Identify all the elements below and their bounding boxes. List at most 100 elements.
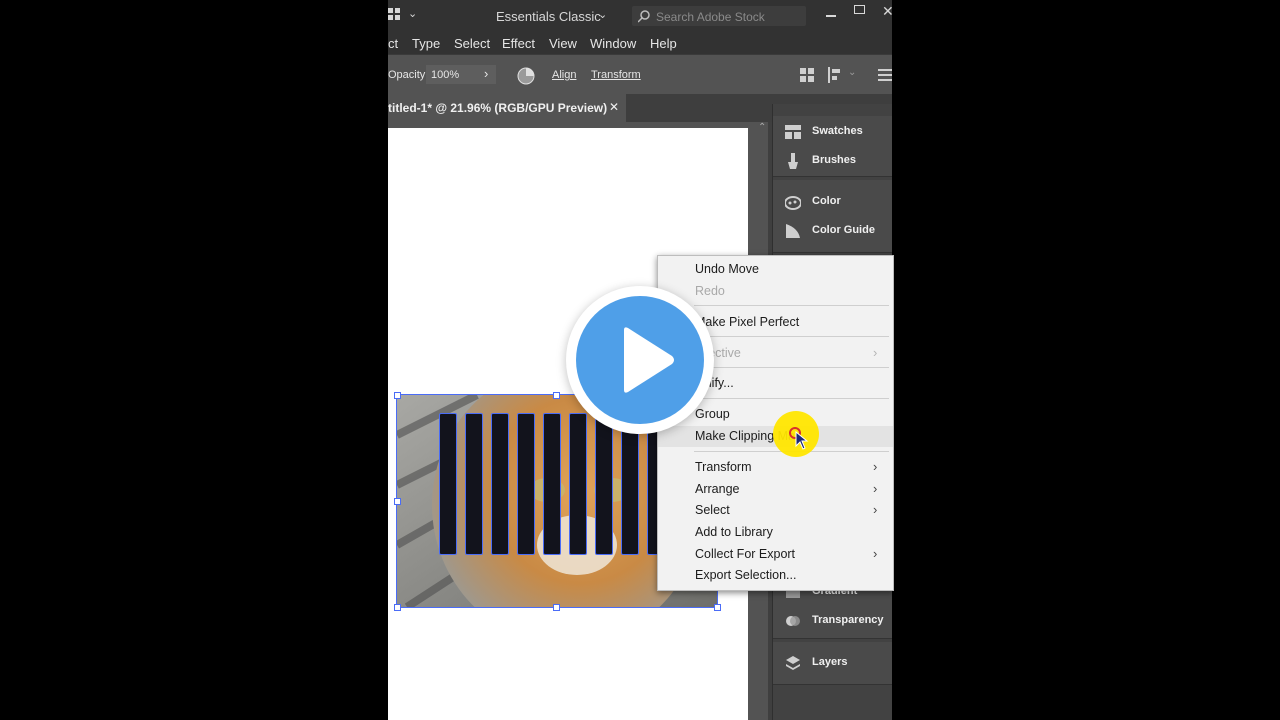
selection-handle[interactable] xyxy=(553,392,560,399)
panel-transparency-label: Transparency xyxy=(812,614,884,626)
menu-item-label: Arrange xyxy=(695,482,740,496)
menu-separator xyxy=(694,367,889,368)
menu-help[interactable]: Help xyxy=(650,36,677,51)
panel-color-guide[interactable]: Color Guide xyxy=(773,217,892,245)
menu-window[interactable]: Window xyxy=(590,36,636,51)
panel-swatches[interactable]: Swatches xyxy=(773,118,892,146)
stripe-shape[interactable] xyxy=(543,413,561,555)
menu-item-select[interactable]: Select › xyxy=(658,500,893,521)
chevron-down-icon[interactable]: ⌄ xyxy=(408,7,417,20)
menu-item-label: Export Selection... xyxy=(695,568,797,582)
transparency-icon xyxy=(786,616,800,626)
panel-transparency[interactable]: Transparency xyxy=(773,607,892,635)
panel-group-swatches: Swatches Brushes xyxy=(773,116,892,177)
menu-separator xyxy=(694,336,889,337)
menu-item-label: Select xyxy=(695,503,730,517)
panel-layers[interactable]: Layers xyxy=(773,649,892,677)
video-play-button[interactable] xyxy=(566,286,714,434)
menu-item-arrange[interactable]: Arrange › xyxy=(658,479,893,500)
menu-type[interactable]: Type xyxy=(412,36,440,51)
submenu-arrow-icon: › xyxy=(873,459,878,474)
align-dropdown-icon[interactable]: ⌄ xyxy=(848,67,856,78)
brushes-icon xyxy=(788,153,798,169)
opacity-value: 100% xyxy=(431,69,460,81)
panel-brushes-label: Brushes xyxy=(812,154,857,166)
menu-item-label: Undo Move xyxy=(695,262,759,276)
menu-item-label: Transform xyxy=(695,460,752,474)
transform-link[interactable]: Transform xyxy=(591,69,641,81)
menu-select[interactable]: Select xyxy=(454,36,490,51)
color-guide-icon xyxy=(786,224,800,238)
title-bar: ⌄ Essentials Classic ⌄ Search Adobe Stoc… xyxy=(388,0,892,32)
menu-item-label: Collect For Export xyxy=(695,547,796,561)
play-button-circle xyxy=(576,296,704,424)
document-tab[interactable]: titled-1* @ 21.96% (RGB/GPU Preview) ✕ xyxy=(388,94,626,122)
menu-item-undo-move[interactable]: Undo Move xyxy=(658,259,893,280)
search-input[interactable]: Search Adobe Stock xyxy=(656,10,765,24)
recolor-artwork-icon[interactable] xyxy=(517,67,535,85)
submenu-arrow-icon: › xyxy=(873,345,878,360)
stripe-shape[interactable] xyxy=(465,413,483,555)
selection-handle[interactable] xyxy=(394,392,401,399)
collapse-arrow-icon[interactable]: ⌃ xyxy=(758,122,766,133)
stripe-shape[interactable] xyxy=(569,413,587,555)
document-tab-title: titled-1* @ 21.96% (RGB/GPU Preview) xyxy=(388,101,608,115)
panel-group-color: Color Color Guide xyxy=(773,180,892,253)
selection-handle[interactable] xyxy=(394,498,401,505)
menu-item-export-selection[interactable]: Export Selection... xyxy=(658,565,893,586)
workspace-switcher-icon[interactable] xyxy=(388,8,404,22)
search-icon xyxy=(638,10,650,23)
layers-icon xyxy=(786,656,800,670)
panel-menu-icon[interactable] xyxy=(878,69,892,81)
menu-bar: ct Type Select Effect View Window Help xyxy=(388,32,892,54)
selection-handle[interactable] xyxy=(553,604,560,611)
stripe-shape[interactable] xyxy=(621,413,639,555)
menu-item-label: Make Pixel Perfect xyxy=(695,315,800,329)
workspace-chevron-icon[interactable]: ⌄ xyxy=(598,8,607,21)
submenu-arrow-icon: › xyxy=(873,502,878,517)
panel-color-guide-label: Color Guide xyxy=(812,224,875,236)
stripe-shapes-group[interactable] xyxy=(439,413,665,555)
minimize-icon[interactable] xyxy=(826,15,836,17)
menu-separator xyxy=(694,305,889,306)
panel-color[interactable]: Color xyxy=(773,188,892,216)
stripe-shape[interactable] xyxy=(439,413,457,555)
menu-view[interactable]: View xyxy=(549,36,577,51)
opacity-arrow-icon[interactable]: › xyxy=(484,66,488,81)
selection-handle[interactable] xyxy=(394,604,401,611)
align-panel-icon[interactable] xyxy=(828,67,844,83)
workspace-switcher[interactable]: Essentials Classic xyxy=(496,9,601,24)
opacity-label: Opacity: xyxy=(388,69,429,81)
panel-brushes[interactable]: Brushes xyxy=(773,147,892,175)
menu-item-label: Group xyxy=(695,407,730,421)
swatches-icon xyxy=(785,125,801,139)
close-tab-icon[interactable]: ✕ xyxy=(609,100,619,114)
close-window-icon[interactable]: ✕ xyxy=(882,3,892,20)
search-stock-box[interactable]: Search Adobe Stock xyxy=(632,6,806,26)
panel-color-label: Color xyxy=(812,195,841,207)
stripe-shape[interactable] xyxy=(517,413,535,555)
control-bar: Opacity: 100% › Align Transform ⌄ xyxy=(388,54,892,95)
submenu-arrow-icon: › xyxy=(873,546,878,561)
menu-item-redo: Redo xyxy=(658,281,893,302)
stripe-shape[interactable] xyxy=(491,413,509,555)
menu-item-collect-for-export[interactable]: Collect For Export › xyxy=(658,544,893,565)
menu-effect[interactable]: Effect xyxy=(502,36,535,51)
panel-layers-label: Layers xyxy=(812,656,848,668)
menu-item-add-to-library[interactable]: Add to Library xyxy=(658,522,893,543)
stripe-shape[interactable] xyxy=(595,413,613,555)
menu-separator xyxy=(694,398,889,399)
menu-item-label: Add to Library xyxy=(695,525,773,539)
panel-group-layers: Layers xyxy=(773,642,892,685)
arrange-documents-icon[interactable] xyxy=(800,68,814,82)
menu-item-label: Redo xyxy=(695,284,725,298)
submenu-arrow-icon: › xyxy=(873,481,878,496)
panel-swatches-label: Swatches xyxy=(812,125,863,137)
maximize-icon[interactable] xyxy=(854,5,865,14)
menu-item-transform[interactable]: Transform › xyxy=(658,457,893,478)
menu-object[interactable]: ct xyxy=(388,36,398,51)
selection-handle[interactable] xyxy=(714,604,721,611)
align-link[interactable]: Align xyxy=(552,69,576,81)
play-icon xyxy=(624,327,674,393)
color-icon xyxy=(785,196,801,210)
